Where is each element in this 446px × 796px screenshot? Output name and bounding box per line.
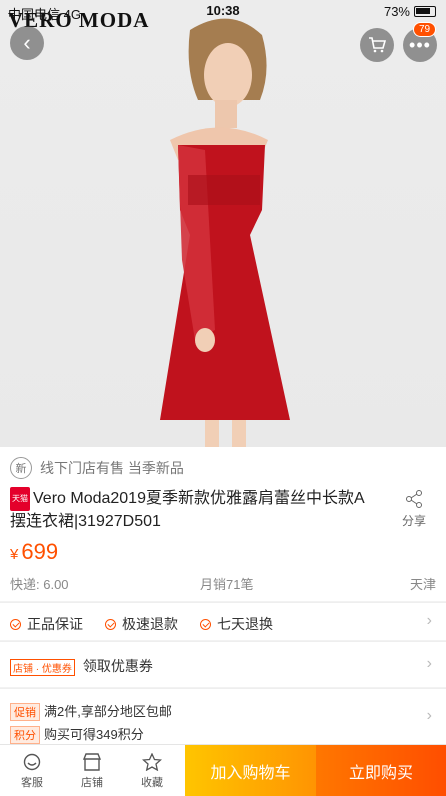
promo-tag: 促销: [10, 703, 40, 721]
check-circle-icon: [200, 618, 211, 630]
battery-percent: 73%: [383, 4, 410, 19]
coupon-label: 领取优惠券: [82, 658, 153, 674]
smile-chat-icon: [23, 753, 41, 770]
chevron-right-icon: ›: [426, 707, 432, 724]
tmall-tag: 天猫: [10, 487, 30, 511]
promo-text: 满2件,享部分地区包邮: [44, 704, 172, 719]
star-icon: [142, 752, 162, 771]
chevron-right-icon: ›: [426, 612, 432, 629]
guarantee-row[interactable]: 正品保证 极速退款 七天退换 ›: [0, 602, 446, 640]
coupon-row[interactable]: 店铺 · 优惠券 领取优惠券 ›: [0, 641, 446, 687]
notification-badge: 79: [413, 22, 437, 37]
add-to-cart-button[interactable]: 加入购物车: [185, 745, 316, 796]
bottom-action-bar: 客服 店铺 收藏 加入购物车 立即购买: [0, 744, 446, 796]
promo-line: 积分 购买可得349积分: [10, 724, 144, 744]
coupon-tag: 店铺 · 优惠券: [10, 658, 75, 676]
more-dots-icon: •••: [409, 34, 431, 55]
cart-button[interactable]: [360, 28, 394, 62]
new-icon: 新: [10, 457, 32, 479]
share-button[interactable]: 分享: [402, 489, 426, 529]
coupon-content: 店铺 · 优惠券 领取优惠券: [10, 656, 153, 676]
shop-label: 店铺: [81, 776, 103, 789]
guarantee-item: 七天退换: [200, 614, 273, 634]
product-title-text: Vero Moda2019夏季新款优雅露肩蕾丝中长款A摆连衣裙|31927D50…: [10, 490, 365, 530]
product-image[interactable]: [0, 0, 446, 447]
share-icon: [405, 490, 422, 508]
buy-now-button[interactable]: 立即购买: [316, 745, 446, 796]
share-label: 分享: [401, 514, 426, 528]
favorite-label: 收藏: [141, 776, 163, 789]
favorite-tab[interactable]: 收藏: [122, 745, 182, 796]
shop-icon: [82, 752, 102, 771]
guarantee-label: 极速退款: [122, 616, 178, 632]
battery-icon: [414, 6, 436, 17]
model-illustration: [160, 18, 290, 447]
new-arrival-label: 线下门店有售 当季新品: [40, 460, 184, 476]
price: ¥699: [10, 539, 58, 565]
guarantee-label: 正品保证: [27, 616, 83, 632]
service-label: 客服: [21, 776, 43, 789]
cart-icon: [369, 37, 386, 53]
guarantee-label: 七天退换: [217, 616, 273, 632]
guarantee-item: 正品保证: [10, 614, 83, 634]
points-tag: 积分: [10, 726, 40, 744]
promo-row[interactable]: 促销 满2件,享部分地区包邮 积分 购买可得349积分 ›: [0, 688, 446, 744]
promo-line: 促销 满2件,享部分地区包邮: [10, 701, 172, 721]
price-value: 699: [21, 539, 59, 564]
product-title: 天猫 Vero Moda2019夏季新款优雅露肩蕾丝中长款A摆连衣裙|31927D…: [10, 487, 380, 533]
guarantee-item: 极速退款: [105, 614, 178, 634]
shop-tab[interactable]: 店铺: [62, 745, 122, 796]
ship-location: 天津: [409, 577, 436, 592]
currency-symbol: ¥: [10, 546, 19, 563]
points-text: 购买可得349积分: [44, 727, 144, 742]
new-arrival-row: 新 线下门店有售 当季新品: [10, 457, 184, 479]
check-circle-icon: [105, 618, 116, 630]
monthly-sales: 月销71笔: [200, 577, 254, 592]
service-tab[interactable]: 客服: [2, 745, 62, 796]
chevron-right-icon: ›: [426, 655, 432, 672]
shipping-fee: 快递: 6.00: [10, 577, 69, 592]
check-circle-icon: [10, 618, 21, 630]
product-info-panel: 新 线下门店有售 当季新品 天猫 Vero Moda2019夏季新款优雅露肩蕾丝中…: [0, 447, 446, 601]
chevron-left-icon: ‹: [23, 30, 31, 55]
back-button[interactable]: ‹: [10, 26, 44, 60]
battery-indicator: 73%: [384, 4, 436, 19]
